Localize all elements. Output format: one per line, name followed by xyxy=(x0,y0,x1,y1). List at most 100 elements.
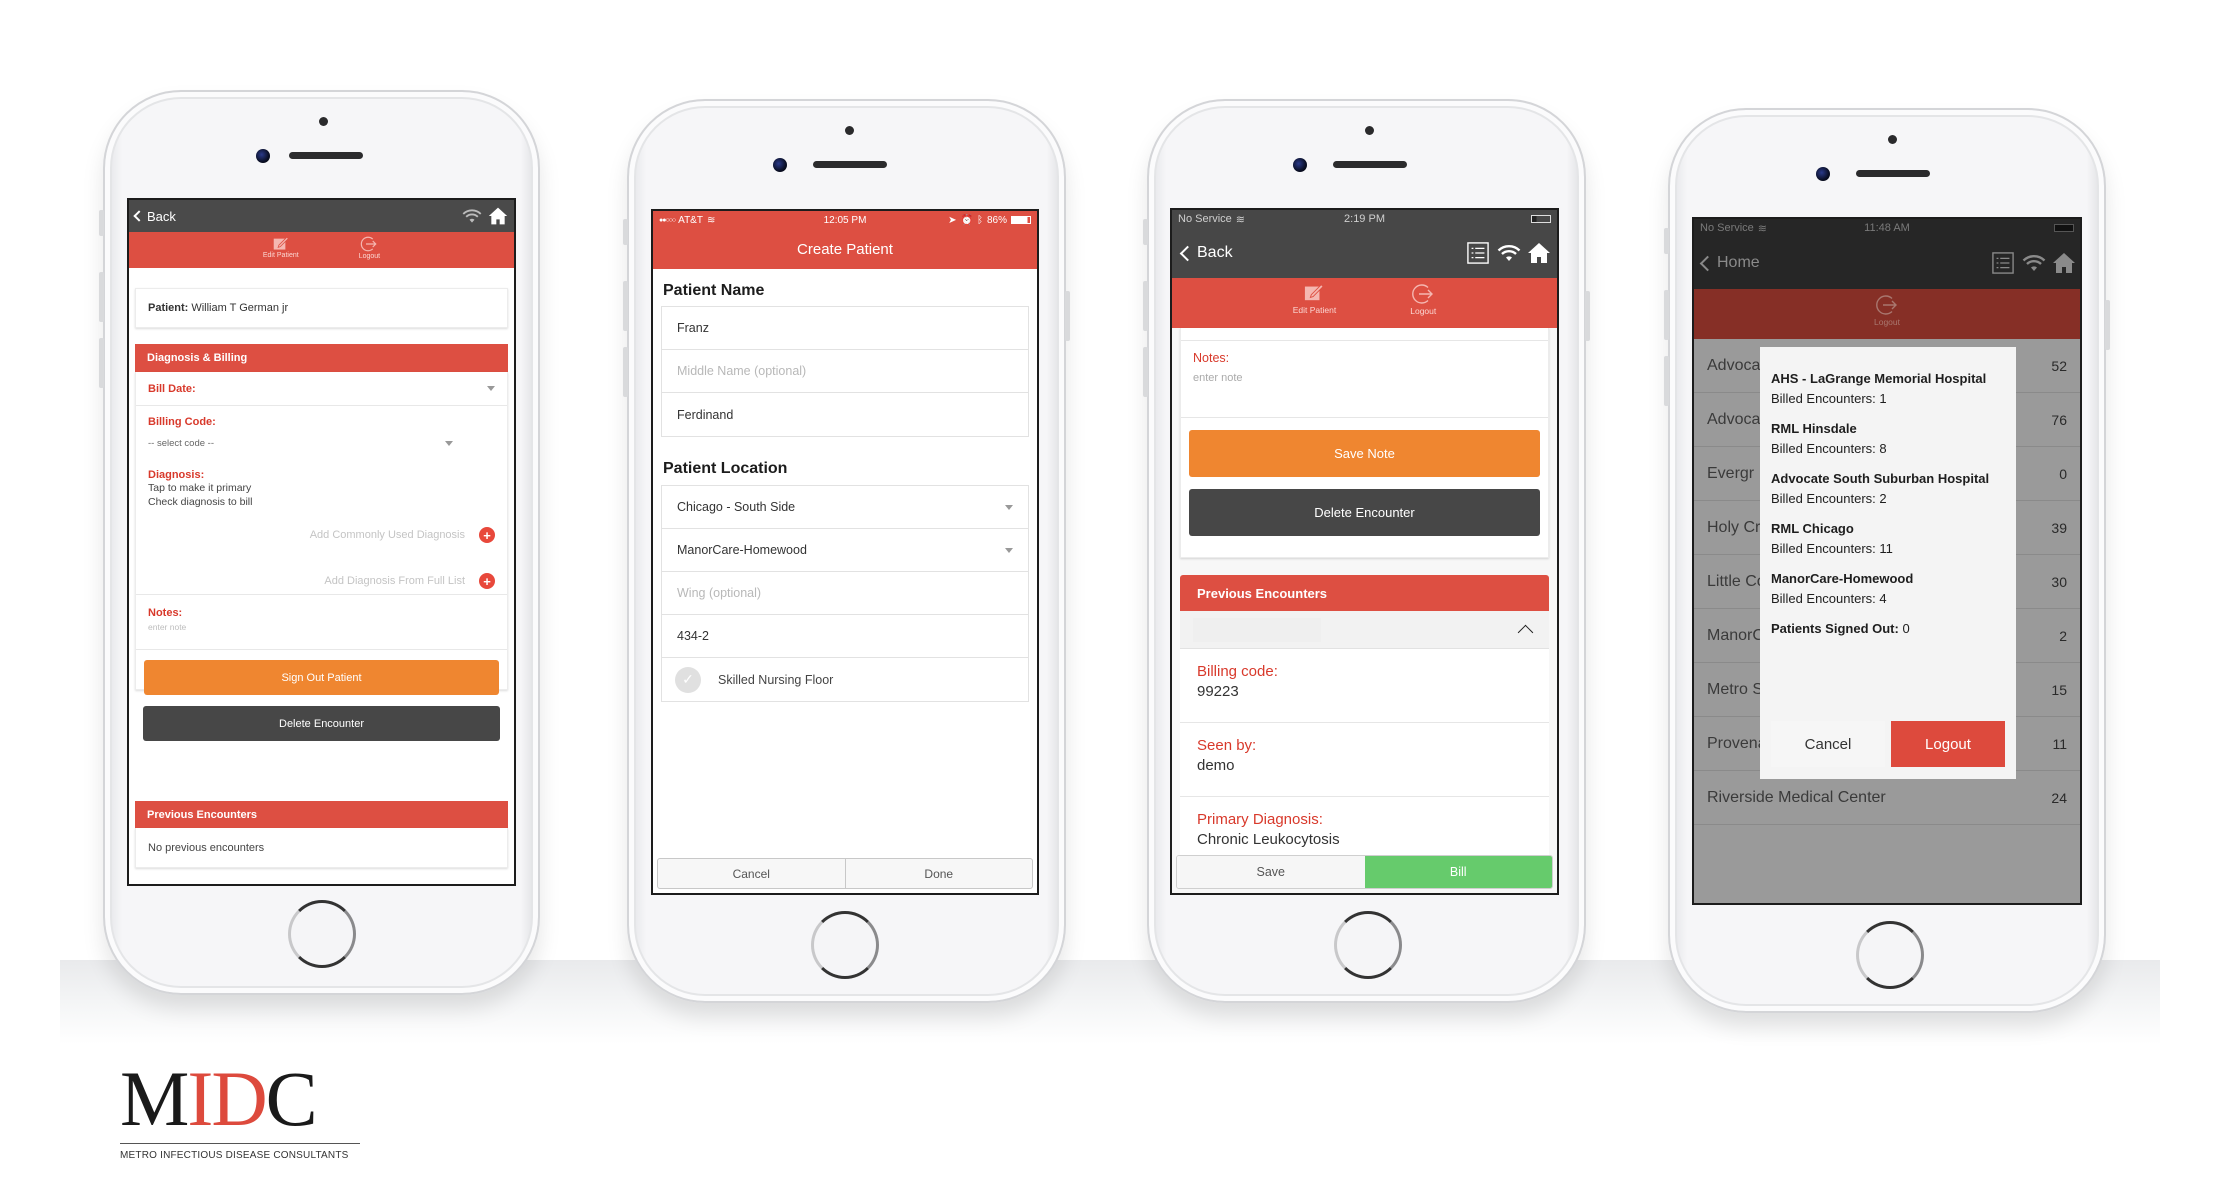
notes-field[interactable]: Notes: enter note xyxy=(136,594,507,650)
bluetooth-icon: ᛒ xyxy=(976,214,983,226)
bill-date-field[interactable]: Bill Date: xyxy=(136,372,507,406)
carrier: No Service xyxy=(1178,213,1232,225)
signed-out-summary: Patients Signed Out: 0 xyxy=(1771,619,2005,639)
save-button[interactable]: Save xyxy=(1177,856,1365,888)
home-button[interactable] xyxy=(811,911,879,979)
no-previous-encounters: No previous encounters xyxy=(148,841,265,854)
save-note-button[interactable]: Save Note xyxy=(1189,430,1540,477)
cancel-button[interactable]: Cancel xyxy=(658,859,845,888)
encounter-date-placeholder xyxy=(1193,618,1321,642)
toolbar: Edit Patient Logout xyxy=(1172,278,1557,328)
cancel-label: Cancel xyxy=(1804,735,1852,753)
primary-diagnosis-label: Primary Diagnosis: xyxy=(1197,811,1323,828)
billing-code-select[interactable]: -- select code -- xyxy=(148,438,495,449)
back-button[interactable]: Back xyxy=(133,209,176,224)
billing-code-value: -- select code -- xyxy=(148,438,214,449)
front-camera xyxy=(773,158,787,172)
midc-logo: MIDC METRO INFECTIOUS DISEASE CONSULTANT… xyxy=(120,1060,360,1161)
checkmark-circle-icon[interactable]: ✓ xyxy=(675,666,701,693)
plus-circle-icon: + xyxy=(479,527,495,543)
screen-create-patient: ●●○○○ AT&T ≋ 12:05 PM ➤ ⏰ ᛒ 86% Create P… xyxy=(651,209,1039,895)
back-home-button[interactable]: Home xyxy=(1698,254,1760,272)
facility-select[interactable]: ManorCare-Homewood xyxy=(662,529,1028,572)
previous-encounters-header: Previous Encounters xyxy=(1180,575,1549,611)
first-name-input[interactable]: Franz xyxy=(662,307,1028,350)
edit-patient-button[interactable]: Edit Patient xyxy=(1293,282,1336,328)
facility-count: 52 xyxy=(2051,357,2067,374)
billed-summary-item: RML Hinsdale Billed Encounters: 8 xyxy=(1771,419,2005,459)
cancel-button[interactable]: Cancel xyxy=(1771,721,1885,767)
bill-button[interactable]: Bill xyxy=(1364,856,1552,888)
diagnosis-label: Diagnosis: xyxy=(148,469,205,481)
list-icon[interactable] xyxy=(1992,252,2014,274)
home-button[interactable] xyxy=(288,900,356,968)
logout-label: Logout xyxy=(358,253,381,260)
hospital-name: RML Hinsdale xyxy=(1771,421,1857,436)
logout-button[interactable]: Logout xyxy=(359,235,380,268)
wing-input[interactable]: Wing (optional) xyxy=(662,572,1028,615)
facility-count: 11 xyxy=(2052,735,2067,752)
delete-encounter-button[interactable]: Delete Encounter xyxy=(1189,489,1540,536)
logout-label: Logout xyxy=(1874,317,1900,327)
action-bar: Cancel Done xyxy=(657,858,1033,889)
volume-down-button xyxy=(1143,347,1148,397)
delete-encounter-button[interactable]: Delete Encounter xyxy=(143,706,500,741)
seen-by-value: demo xyxy=(1197,757,1235,774)
home-button[interactable] xyxy=(1334,911,1402,979)
facility-count: 24 xyxy=(2051,789,2067,806)
add-common-diagnosis-button[interactable]: Add Commonly Used Diagnosis + xyxy=(148,527,495,543)
phone-1: Back Edit Patient Logout Patient: Willia… xyxy=(99,90,540,995)
proximity-sensor xyxy=(845,126,854,135)
sign-out-patient-button[interactable]: Sign Out Patient xyxy=(144,660,499,695)
facility-name: Provena xyxy=(1707,734,1767,752)
back-label: Home xyxy=(1717,254,1760,271)
notes-placeholder: enter note xyxy=(1193,372,1243,384)
done-button[interactable]: Done xyxy=(844,859,1033,888)
earpiece-speaker xyxy=(1856,170,1930,177)
dropdown-caret-icon xyxy=(1005,547,1013,553)
home-button[interactable] xyxy=(1856,921,1924,989)
wifi-icon[interactable] xyxy=(2022,253,2046,273)
logout-button[interactable]: Logout xyxy=(1410,282,1436,328)
home-icon[interactable] xyxy=(2052,251,2076,275)
skilled-nursing-toggle[interactable]: ✓ Skilled Nursing Floor xyxy=(662,658,1028,701)
facility-name: Riverside Medical Center xyxy=(1707,788,1886,806)
add-full-list-diagnosis-button[interactable]: Add Diagnosis From Full List + xyxy=(148,573,495,589)
region-select[interactable]: Chicago - South Side xyxy=(662,486,1028,529)
notes-field[interactable]: Notes: enter note xyxy=(1181,340,1548,418)
billed-encounters: Billed Encounters: 11 xyxy=(1771,541,1893,556)
home-icon[interactable] xyxy=(488,206,508,226)
back-button[interactable]: Back xyxy=(1178,244,1233,262)
status-bar: ●●○○○ AT&T ≋ 12:05 PM ➤ ⏰ ᛒ 86% xyxy=(653,211,1037,229)
proximity-sensor xyxy=(1888,135,1897,144)
last-name-input[interactable]: Ferdinand xyxy=(662,393,1028,436)
logo-wordmark: MIDC xyxy=(120,1060,360,1138)
save-note-label: Save Note xyxy=(1334,446,1395,461)
previous-encounters-card: No previous encounters xyxy=(135,828,508,868)
middle-name-input[interactable]: Middle Name (optional) xyxy=(662,350,1028,393)
edit-icon xyxy=(273,236,289,250)
room-input[interactable]: 434-2 xyxy=(662,615,1028,658)
notes-card: Notes: enter note Save Note Delete Encou… xyxy=(1180,328,1549,558)
diagnosis-billing-header: Diagnosis & Billing xyxy=(135,344,508,372)
billing-code-label: Billing code: xyxy=(1197,663,1278,680)
first-name-value: Franz xyxy=(677,321,709,335)
facility-count: 76 xyxy=(2051,411,2067,428)
add-full-label: Add Diagnosis From Full List xyxy=(324,575,465,587)
signal-icon: ●●○○○ xyxy=(659,216,676,224)
wifi-icon[interactable] xyxy=(1497,243,1521,263)
patient-name-group: Franz Middle Name (optional) Ferdinand xyxy=(661,306,1029,437)
wifi-icon[interactable] xyxy=(462,208,482,224)
list-icon[interactable] xyxy=(1467,242,1489,264)
chevron-left-icon xyxy=(133,210,145,222)
battery-percent: 86% xyxy=(986,214,1007,226)
volume-down-button xyxy=(99,338,104,388)
logout-button[interactable]: Logout xyxy=(1874,293,1900,339)
wifi-status-icon: ≋ xyxy=(706,214,716,226)
logout-confirm-button[interactable]: Logout xyxy=(1891,721,2005,767)
home-icon[interactable] xyxy=(1527,241,1551,265)
encounter-collapse-toggle[interactable] xyxy=(1180,611,1549,649)
edit-patient-button[interactable]: Edit Patient xyxy=(263,235,299,268)
signed-out-label: Patients Signed Out: xyxy=(1771,621,1899,636)
facility-row[interactable]: Riverside Medical Center 24 xyxy=(1694,771,2080,825)
